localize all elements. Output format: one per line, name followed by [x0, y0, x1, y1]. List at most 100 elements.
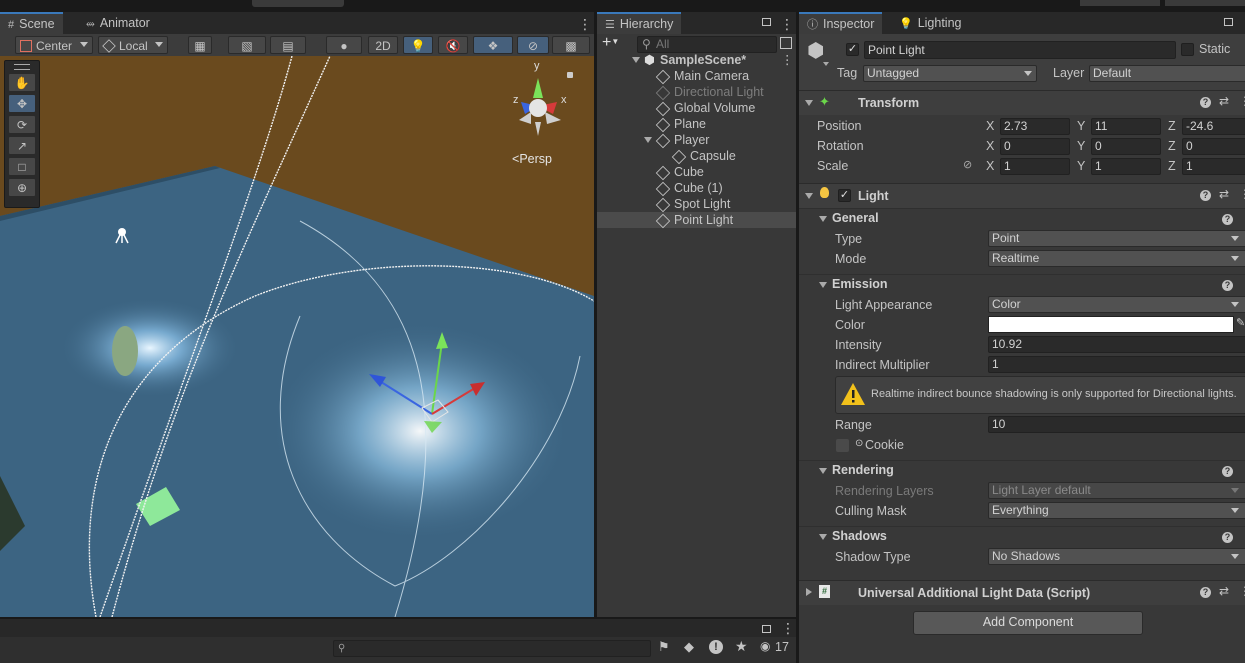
- culling-mask-dropdown[interactable]: Everything: [988, 502, 1245, 519]
- space-local-dropdown[interactable]: Local: [98, 36, 168, 54]
- light-mode-dropdown[interactable]: Realtime: [988, 250, 1245, 267]
- add-component-button[interactable]: Add Component: [913, 611, 1143, 635]
- hand-tool-button[interactable]: ✋: [8, 73, 36, 92]
- indirect-multiplier-field[interactable]: 1: [988, 356, 1245, 373]
- scene-menu-dots-icon[interactable]: ⋮: [781, 52, 794, 68]
- draw-mode-dropdown[interactable]: ●: [326, 36, 362, 54]
- eyedropper-icon[interactable]: ✎: [1236, 316, 1245, 329]
- constrain-proportions-icon[interactable]: ⊘: [963, 158, 972, 171]
- object-picker-icon[interactable]: ⊙: [855, 438, 863, 449]
- layer-dropdown[interactable]: Default: [1089, 65, 1245, 82]
- tab-hierarchy[interactable]: ☰ Hierarchy: [597, 12, 682, 34]
- collapse-arrow-icon[interactable]: [819, 534, 827, 540]
- expand-arrow-icon[interactable]: [632, 57, 640, 63]
- position-y-field[interactable]: 11: [1091, 118, 1161, 135]
- snap-increment-button[interactable]: ▧: [228, 36, 266, 54]
- presets-icon[interactable]: ⇄: [1219, 94, 1229, 108]
- light-enabled-checkbox[interactable]: ✓: [838, 189, 851, 202]
- layers-dropdown[interactable]: [1080, 0, 1160, 6]
- palette-drag-handle[interactable]: [14, 64, 30, 70]
- static-checkbox[interactable]: [1181, 43, 1194, 56]
- emission-section-header[interactable]: Emission ?: [799, 274, 1245, 295]
- grid-snap-button[interactable]: ▦: [188, 36, 212, 54]
- gameobject-icon[interactable]: ⬢: [807, 41, 825, 61]
- light-type-dropdown[interactable]: Point: [988, 230, 1245, 247]
- play-controls[interactable]: [252, 0, 344, 7]
- help-icon[interactable]: ?: [1200, 190, 1211, 201]
- urp-light-data-header[interactable]: # Universal Additional Light Data (Scrip…: [799, 580, 1245, 605]
- shadows-section-header[interactable]: Shadows ?: [799, 526, 1245, 547]
- help-icon[interactable]: ?: [1200, 587, 1211, 598]
- hierarchy-item[interactable]: Player: [597, 132, 796, 149]
- pivot-center-dropdown[interactable]: Center: [15, 36, 93, 54]
- intensity-field[interactable]: 10.92: [988, 336, 1245, 353]
- help-icon[interactable]: ?: [1222, 466, 1233, 477]
- help-icon[interactable]: ?: [1200, 97, 1211, 108]
- hidden-objects-toggle[interactable]: ⊘: [517, 36, 549, 54]
- hierarchy-item[interactable]: Cube (1): [597, 180, 796, 197]
- projection-toggle[interactable]: <Persp: [512, 152, 552, 166]
- console-search-input[interactable]: ⚲: [333, 640, 651, 657]
- scene-menu-icon[interactable]: ⋮: [578, 16, 592, 33]
- component-menu-icon[interactable]: ⋮: [1239, 94, 1245, 108]
- rotation-y-field[interactable]: 0: [1091, 138, 1161, 155]
- lock-icon[interactable]: [762, 18, 771, 26]
- rotation-z-label[interactable]: Z: [1168, 139, 1176, 153]
- effects-dropdown[interactable]: ❖: [473, 36, 513, 54]
- lighting-toggle-button[interactable]: 💡: [403, 36, 433, 54]
- expand-arrow-icon[interactable]: [644, 137, 652, 143]
- range-field[interactable]: 10: [988, 416, 1245, 433]
- audio-toggle-button[interactable]: 🔇: [438, 36, 468, 54]
- collapse-arrow-icon[interactable]: [819, 468, 827, 474]
- grid-toggle-button[interactable]: ▤: [270, 36, 306, 54]
- rotation-y-label[interactable]: Y: [1077, 139, 1085, 153]
- visibility-icon[interactable]: ◉: [760, 639, 770, 653]
- presets-icon[interactable]: ⇄: [1219, 187, 1229, 201]
- layout-dropdown[interactable]: [1165, 0, 1245, 6]
- tab-scene[interactable]: # Scene: [0, 12, 63, 34]
- rect-tool-button[interactable]: □: [8, 157, 36, 176]
- position-x-field[interactable]: 2.73: [1000, 118, 1070, 135]
- create-button[interactable]: +▼: [602, 34, 619, 52]
- hierarchy-item[interactable]: Spot Light: [597, 196, 796, 213]
- console-menu-icon[interactable]: ⋮: [781, 620, 795, 637]
- collapse-arrow-icon[interactable]: [805, 100, 813, 106]
- filter-by-label-icon[interactable]: ◆: [684, 639, 694, 655]
- rotation-z-field[interactable]: 0: [1182, 138, 1245, 155]
- rendering-section-header[interactable]: Rendering ?: [799, 460, 1245, 481]
- gizmo-lock-icon[interactable]: [567, 72, 573, 78]
- move-tool-button[interactable]: ✥: [8, 94, 36, 113]
- active-checkbox[interactable]: ✓: [846, 43, 859, 56]
- position-y-label[interactable]: Y: [1077, 119, 1085, 133]
- tag-dropdown[interactable]: Untagged: [863, 65, 1037, 82]
- presets-icon[interactable]: ⇄: [1219, 584, 1229, 598]
- collapse-arrow-icon[interactable]: [819, 282, 827, 288]
- component-menu-icon[interactable]: ⋮: [1239, 584, 1245, 598]
- light-header[interactable]: ✓ Light ? ⇄ ⋮: [799, 183, 1245, 208]
- rotation-x-field[interactable]: 0: [1000, 138, 1070, 155]
- hierarchy-item[interactable]: Plane: [597, 116, 796, 133]
- filter-by-type-icon[interactable]: ⚑: [658, 639, 670, 655]
- errors-filter-icon[interactable]: !: [709, 640, 723, 654]
- scene-viewport[interactable]: ✋ ✥ ⟳ ↗ □ ⊕ y z x <Persp: [0, 56, 594, 617]
- icon-dropdown-arrow[interactable]: [823, 62, 829, 66]
- tab-animator[interactable]: ⥈ Animator: [78, 12, 158, 34]
- component-menu-icon[interactable]: ⋮: [1239, 187, 1245, 201]
- collapse-arrow-icon[interactable]: [805, 193, 813, 199]
- scale-x-label[interactable]: X: [986, 159, 994, 173]
- tab-inspector[interactable]: ⓘ Inspector: [799, 12, 883, 34]
- tab-lighting[interactable]: 💡 Lighting: [891, 12, 970, 34]
- hierarchy-item[interactable]: Cube: [597, 164, 796, 181]
- scene-visibility-icon[interactable]: [780, 37, 792, 49]
- toggle-2d-button[interactable]: 2D: [368, 36, 398, 54]
- transform-tool-button[interactable]: ⊕: [8, 178, 36, 197]
- scale-z-field[interactable]: 1: [1182, 158, 1245, 175]
- rotation-x-label[interactable]: X: [986, 139, 994, 153]
- collapse-arrow-icon[interactable]: [819, 216, 827, 222]
- rotate-tool-button[interactable]: ⟳: [8, 115, 36, 134]
- hierarchy-menu-icon[interactable]: ⋮: [780, 16, 794, 33]
- favorites-icon[interactable]: ★: [735, 638, 748, 655]
- position-z-field[interactable]: -24.6: [1182, 118, 1245, 135]
- cookie-checkbox[interactable]: [836, 439, 849, 452]
- help-icon[interactable]: ?: [1222, 214, 1233, 225]
